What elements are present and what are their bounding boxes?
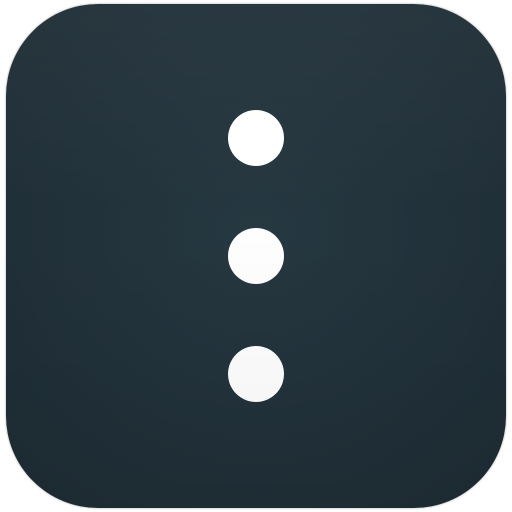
more-vertical-icon	[228, 4, 284, 508]
more-options-app-icon[interactable]	[6, 4, 506, 508]
screenshot-canvas	[0, 0, 512, 512]
dot-top	[228, 110, 284, 166]
dot-middle	[228, 228, 284, 284]
dot-bottom	[228, 346, 284, 402]
